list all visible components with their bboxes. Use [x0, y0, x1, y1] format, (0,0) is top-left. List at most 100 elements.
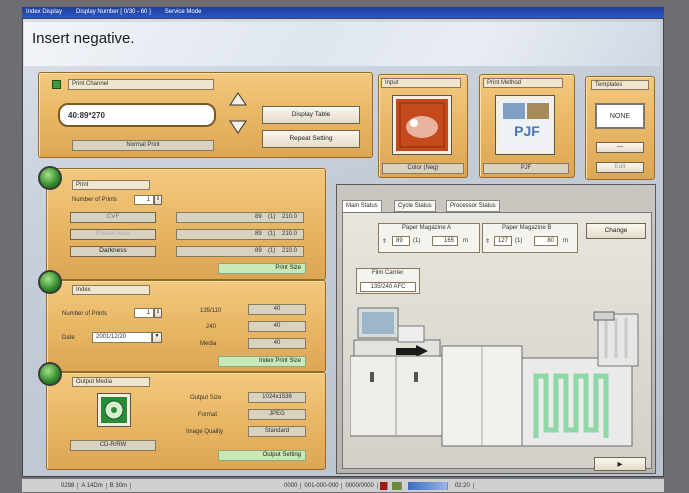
darkness-button[interactable]: Darkness — [70, 246, 156, 257]
print-size-button[interactable]: Print Size — [218, 263, 306, 274]
alert-icon — [379, 481, 388, 490]
screen: Index Display Display Number [ 0/30 - 60… — [0, 0, 689, 493]
template-edit-button[interactable]: Edit — [596, 162, 644, 173]
print-size-count: (1) — [268, 231, 276, 237]
mag-b-length: 80 — [534, 236, 558, 246]
index-num-stepper[interactable]: ⇕ — [154, 308, 162, 318]
mag-b-count: (1) — [515, 238, 523, 244]
channel-indicator-icon — [52, 80, 61, 89]
status-segment: 001-000-000 — [301, 482, 343, 489]
index-date-label: Date — [62, 335, 75, 341]
status-segment: 0298 — [58, 482, 79, 489]
print-size-width: 89 — [255, 214, 262, 220]
input-title: Input — [381, 78, 461, 88]
input-caption: Color (Neg) — [382, 163, 464, 174]
index-row-value: 40 — [248, 321, 306, 332]
print-size-length: 210.0 — [282, 231, 298, 237]
mag-a-arrow-icon: ⇑ — [382, 239, 388, 245]
normal-print-status: Normal Print — [72, 140, 214, 151]
index-num-prints-input[interactable]: 1 — [134, 308, 154, 318]
next-button[interactable]: ▶ — [594, 457, 646, 471]
output-setting-button[interactable]: Output Setting — [218, 450, 306, 461]
output-media-value: CD-R/RW — [70, 440, 156, 451]
tab-main-status[interactable]: Main Status — [342, 200, 382, 212]
mag-a-unit: m — [463, 238, 468, 244]
template-dash-button[interactable]: --- — [596, 142, 644, 153]
minilab-machine-illustration — [350, 298, 650, 468]
film-carrier-title: Film Carrier — [372, 270, 404, 276]
output-section-orb-icon — [38, 362, 62, 386]
status-clock: 02:20 — [452, 482, 474, 489]
mag-b-width: 127 — [494, 236, 512, 246]
title-segment: Service Mode — [164, 9, 202, 15]
print-section-orb-icon — [38, 166, 62, 190]
index-row-value: 40 — [248, 338, 306, 349]
index-num-prints-label: Number of Prints — [62, 311, 108, 317]
instruction-title: Insert negative. — [32, 30, 135, 47]
index-print-size-button[interactable]: Index Print Size — [218, 356, 306, 367]
pjf-logo: PJF — [514, 123, 540, 139]
print-method-image: PJF — [495, 95, 555, 155]
mag-a-length: 165 — [432, 236, 458, 246]
print-size-count: (1) — [268, 214, 276, 220]
print-method-title: Print Method — [483, 78, 563, 88]
output-row-label: Format — [198, 412, 218, 418]
output-section-title: Output Media — [72, 377, 150, 387]
status-segment: B 30m — [107, 482, 132, 489]
print-section-title: Print — [72, 180, 150, 190]
print-num-prints-label: Number of Prints — [72, 197, 118, 203]
up-arrow-icon[interactable] — [229, 92, 247, 106]
title-bar: Index Display Display Number [ 0/30 - 60… — [22, 7, 664, 18]
film-carrier-value: 135/240 AFC — [360, 282, 416, 292]
mag-b-title: Paper Magazine B — [502, 225, 552, 231]
print-size-width: 89 — [255, 231, 262, 237]
date-dropdown-icon[interactable]: ▼ — [152, 332, 162, 343]
print-size-length: 210.0 — [282, 214, 298, 220]
print-method-caption: PJF — [483, 163, 569, 174]
index-row-value: 40 — [248, 304, 306, 315]
print-size-count: (1) — [268, 248, 276, 254]
output-row-value: JPEG — [248, 409, 306, 420]
down-arrow-icon[interactable] — [229, 120, 247, 134]
index-row-label: 135/110 — [200, 308, 222, 314]
print-channel-label: Print Channel — [68, 79, 214, 90]
title-segment: Index Display — [26, 9, 63, 15]
print-num-prints-input[interactable]: 1 — [134, 195, 154, 205]
mag-a-width: 89 — [392, 236, 410, 246]
message-header: Insert negative. — [24, 22, 660, 66]
preset-area-button[interactable]: Preset Area — [70, 229, 156, 240]
channel-input[interactable]: 40:89*270 — [58, 103, 216, 127]
tab-processor-status[interactable]: Processor Status — [446, 200, 500, 212]
output-row-value: 1024x1536 — [248, 392, 306, 403]
output-row-label: Image Quality — [186, 429, 224, 435]
negative-film-icon — [392, 95, 452, 155]
mag-a-count: (1) — [413, 238, 421, 244]
status-bar: 0298 A 14Dm B 30m 0000 001-000-000 0000/… — [22, 478, 664, 492]
status-segment: 0000/0000 — [342, 482, 378, 489]
title-segment: Display Number [ 0/30 - 60 ] — [76, 9, 151, 15]
cd-media-icon[interactable] — [97, 393, 131, 427]
cvf-button[interactable]: CVF — [70, 212, 156, 223]
index-row-label: 240 — [206, 324, 217, 330]
index-row-label: Media — [200, 341, 217, 347]
change-button[interactable]: Change — [586, 223, 646, 239]
mag-b-arrow-icon: ⇑ — [485, 239, 491, 245]
print-num-stepper[interactable]: ⇕ — [154, 195, 162, 205]
display-table-button[interactable]: Display Table — [262, 106, 360, 124]
status-segment: A 14Dm — [78, 482, 107, 489]
status-icon — [391, 481, 402, 490]
mag-a-title: Paper Magazine A — [402, 225, 452, 231]
print-size-width: 89 — [255, 248, 262, 254]
tab-cycle-status[interactable]: Cycle Status — [394, 200, 436, 212]
output-row-value: Standard — [248, 426, 306, 437]
output-row-label: Output Size — [190, 395, 222, 401]
repeat-setting-button[interactable]: Repeat Setting — [262, 130, 360, 148]
index-section-orb-icon — [38, 270, 62, 294]
index-section-title: Index — [72, 285, 150, 295]
templates-title: Templates — [591, 80, 649, 90]
status-segment: 0000 — [281, 482, 302, 489]
index-date-select[interactable]: 2001/12/20 — [92, 332, 152, 343]
progress-indicator — [407, 481, 448, 490]
template-value[interactable]: NONE — [595, 103, 645, 129]
print-size-length: 210.0 — [282, 248, 298, 254]
